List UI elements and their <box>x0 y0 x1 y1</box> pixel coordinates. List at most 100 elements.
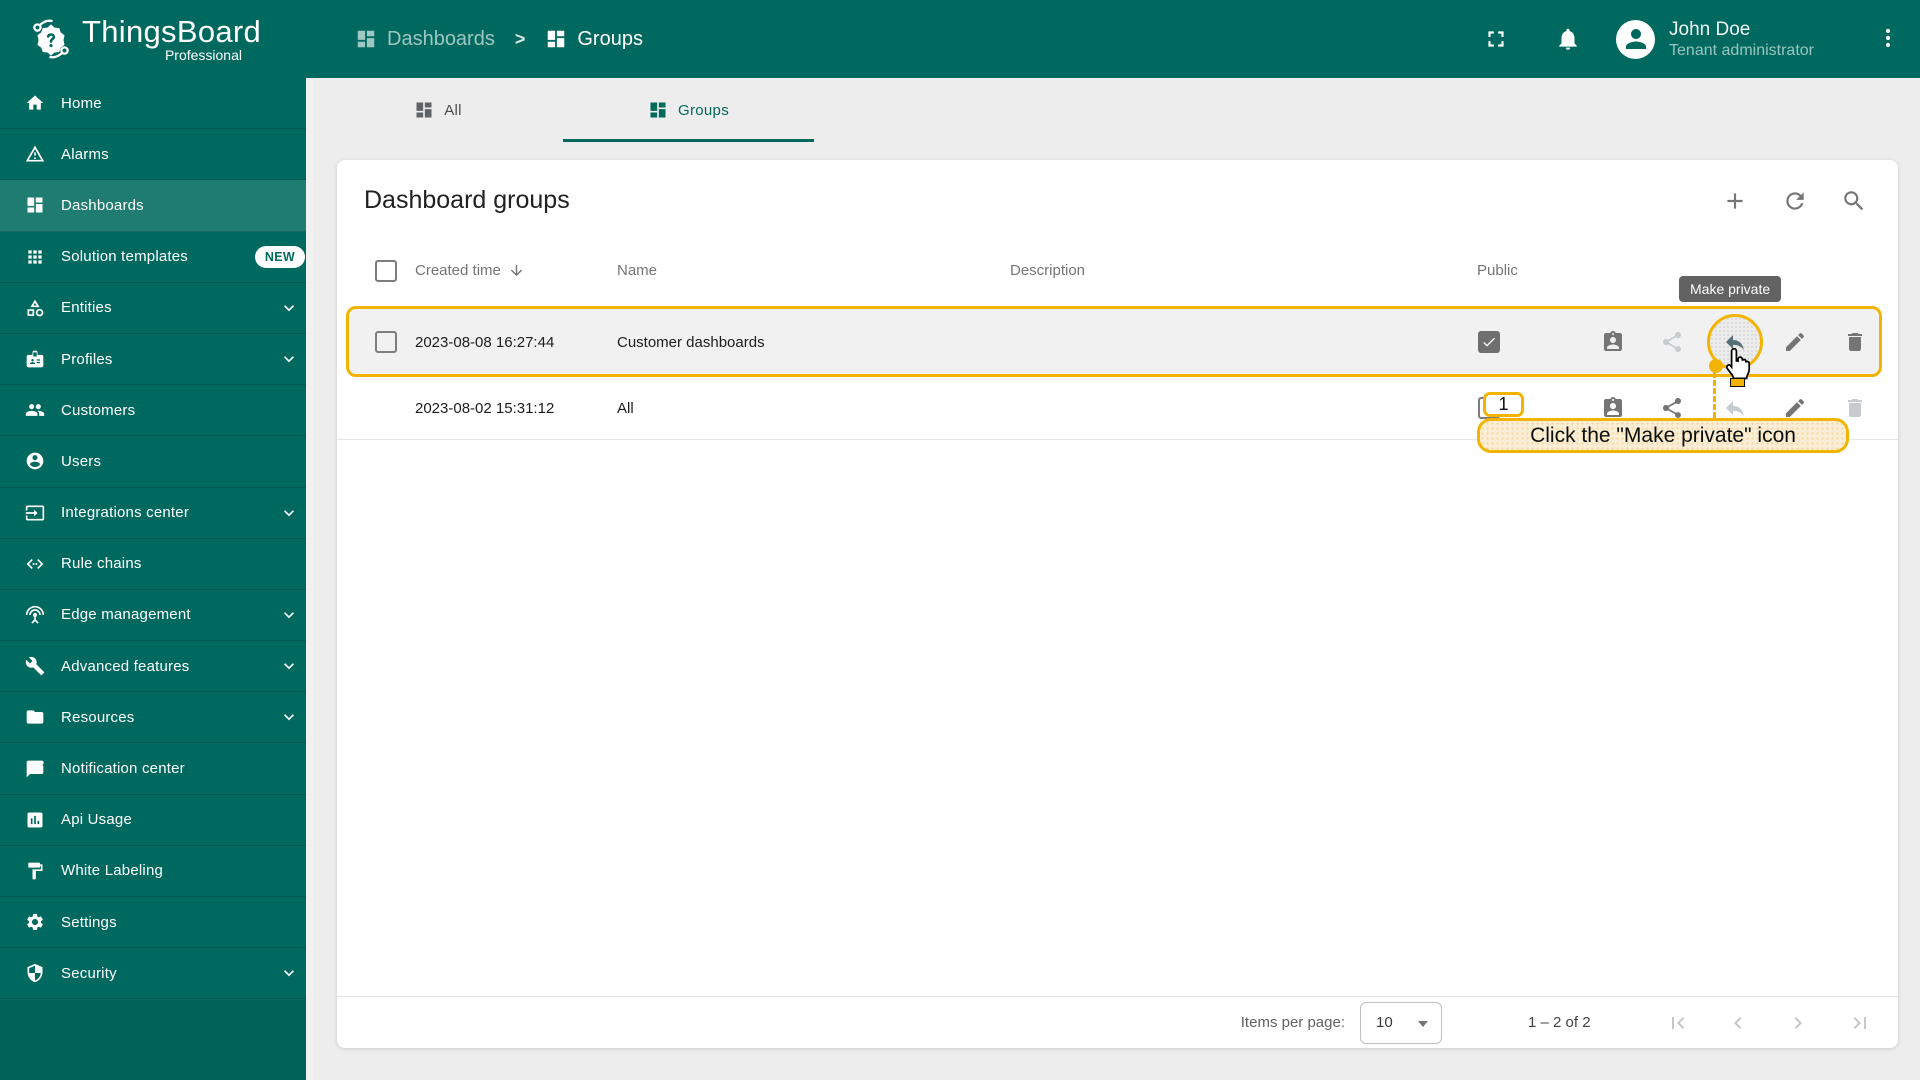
category-icon <box>25 298 45 318</box>
annotation-callout: Click the "Make private" icon <box>1477 418 1849 453</box>
sidebar-item-users[interactable]: Users <box>0 436 313 488</box>
public-checkbox-checked[interactable] <box>1478 331 1500 353</box>
sidebar-item-settings[interactable]: Settings <box>0 897 313 949</box>
items-per-page-value: 10 <box>1376 1014 1393 1031</box>
more-vert-icon[interactable] <box>1874 19 1902 59</box>
rule-chain-icon <box>25 554 45 574</box>
sidebar-item-solution-templates[interactable]: Solution templates NEW <box>0 232 313 283</box>
sidebar-item-security[interactable]: Security <box>0 948 313 1000</box>
select-all-checkbox[interactable] <box>375 260 397 282</box>
sidebar-item-dashboards[interactable]: Dashboards <box>0 180 313 232</box>
items-per-page-select[interactable]: 10 <box>1360 1002 1442 1044</box>
sidebar-item-api-usage[interactable]: Api Usage <box>0 795 313 846</box>
breadcrumb-item-dashboards[interactable]: Dashboards <box>355 28 495 51</box>
manage-owner-icon[interactable] <box>1601 396 1625 420</box>
tab-groups[interactable]: Groups <box>563 78 814 142</box>
table-row-highlight[interactable] <box>346 306 1882 377</box>
thingsboard-logo-icon <box>26 11 76 67</box>
sidebar-item-home[interactable]: Home <box>0 78 313 130</box>
breadcrumb-label: Groups <box>577 27 643 50</box>
sidebar-item-label: Edge management <box>61 606 191 624</box>
brand-logo[interactable]: ThingsBoard Professional <box>0 0 313 78</box>
tab-label: Groups <box>678 101 729 119</box>
home-icon <box>25 93 45 113</box>
last-page-icon <box>1848 1011 1872 1035</box>
topbar: ThingsBoard Professional Dashboards > Gr… <box>0 0 1920 78</box>
chevron-down-icon <box>279 963 299 983</box>
sidebar-scrollbar[interactable] <box>306 78 313 1080</box>
share-icon <box>1660 330 1684 354</box>
chevron-down-icon <box>279 349 299 369</box>
search-icon[interactable] <box>1841 188 1867 214</box>
breadcrumb-item-groups[interactable]: Groups <box>545 28 643 51</box>
sidebar-item-alarms[interactable]: Alarms <box>0 129 313 181</box>
dashboards-icon <box>25 195 45 215</box>
next-page-icon <box>1786 1011 1810 1035</box>
topbar-actions: John Doe Tenant administrator <box>1476 0 1920 78</box>
share-icon[interactable] <box>1660 396 1684 420</box>
sidebar-item-rule-chains[interactable]: Rule chains <box>0 539 313 590</box>
sidebar-item-notification-center[interactable]: Notification center <box>0 743 313 795</box>
person-icon <box>1625 29 1646 49</box>
notifications-bell-icon[interactable] <box>1548 19 1588 59</box>
chevron-down-icon <box>279 707 299 727</box>
sidebar-item-white-labeling[interactable]: White Labeling <box>0 846 313 897</box>
sidebar-item-label: Settings <box>61 913 117 931</box>
manage-owner-icon[interactable] <box>1601 330 1625 354</box>
sidebar-item-entities[interactable]: Entities <box>0 283 313 334</box>
dashboards-icon <box>355 28 377 50</box>
column-header-created-time[interactable]: Created time <box>415 262 525 279</box>
previous-page-icon <box>1726 1011 1750 1035</box>
sidebar-item-integrations-center[interactable]: Integrations center <box>0 488 313 539</box>
sidebar-item-label: Entities <box>61 299 112 317</box>
bar-chart-icon <box>25 810 45 830</box>
row-checkbox[interactable] <box>375 331 397 353</box>
sidebar-item-label: Profiles <box>61 350 113 368</box>
tab-label: All <box>444 101 462 119</box>
sidebar-item-customers[interactable]: Customers <box>0 385 313 437</box>
edit-icon[interactable] <box>1783 330 1807 354</box>
column-header-public[interactable]: Public <box>1477 262 1518 279</box>
sidebar-item-advanced-features[interactable]: Advanced features <box>0 641 313 693</box>
column-header-name[interactable]: Name <box>617 262 657 279</box>
annotation-step-number: 1 <box>1483 392 1524 417</box>
sidebar-item-edge-management[interactable]: Edge management <box>0 590 313 642</box>
sidebar-item-label: Advanced features <box>61 657 190 675</box>
sidebar-item-label: Solution templates <box>61 248 189 266</box>
user-menu[interactable]: John Doe Tenant administrator <box>1669 18 1814 61</box>
breadcrumb: Dashboards > Groups <box>355 28 643 51</box>
column-header-label: Description <box>1010 262 1086 279</box>
gear-icon <box>25 912 45 932</box>
add-icon[interactable] <box>1722 188 1748 214</box>
column-header-description[interactable]: Description <box>1010 262 1085 279</box>
sidebar-item-label: Dashboards <box>61 196 144 214</box>
apps-grid-icon <box>25 247 45 267</box>
sidebar-item-label: Security <box>61 964 117 982</box>
sidebar-item-label: Resources <box>61 708 135 726</box>
cell-created-time: 2023-08-08 16:27:44 <box>415 334 555 351</box>
dashboard-groups-card: Dashboard groups Created time Name Descr… <box>337 160 1898 1048</box>
delete-icon <box>1843 396 1867 420</box>
edit-icon[interactable] <box>1783 396 1807 420</box>
fullscreen-icon[interactable] <box>1476 19 1516 59</box>
shield-icon <box>25 963 45 983</box>
avatar[interactable] <box>1616 19 1656 59</box>
integration-input-icon <box>25 503 45 523</box>
make-private-icon <box>1723 396 1747 420</box>
refresh-icon[interactable] <box>1782 188 1808 214</box>
delete-icon[interactable] <box>1843 330 1867 354</box>
dashboards-icon <box>545 28 567 50</box>
sidebar-item-label: Notification center <box>61 760 185 778</box>
chevron-down-icon <box>1418 1021 1428 1027</box>
tab-all[interactable]: All <box>313 78 563 142</box>
sidebar-item-label: Customers <box>61 401 136 419</box>
cell-name: Customer dashboards <box>617 334 765 351</box>
sidebar-item-resources[interactable]: Resources <box>0 692 313 744</box>
chevron-down-icon <box>279 656 299 676</box>
sidebar-item-label: Api Usage <box>61 811 133 829</box>
alarms-icon <box>25 144 45 164</box>
breadcrumb-separator: > <box>514 28 526 49</box>
sidebar-item-profiles[interactable]: Profiles <box>0 334 313 386</box>
cell-created-time: 2023-08-02 15:31:12 <box>415 400 555 417</box>
sidebar-footer-area <box>0 999 306 1080</box>
